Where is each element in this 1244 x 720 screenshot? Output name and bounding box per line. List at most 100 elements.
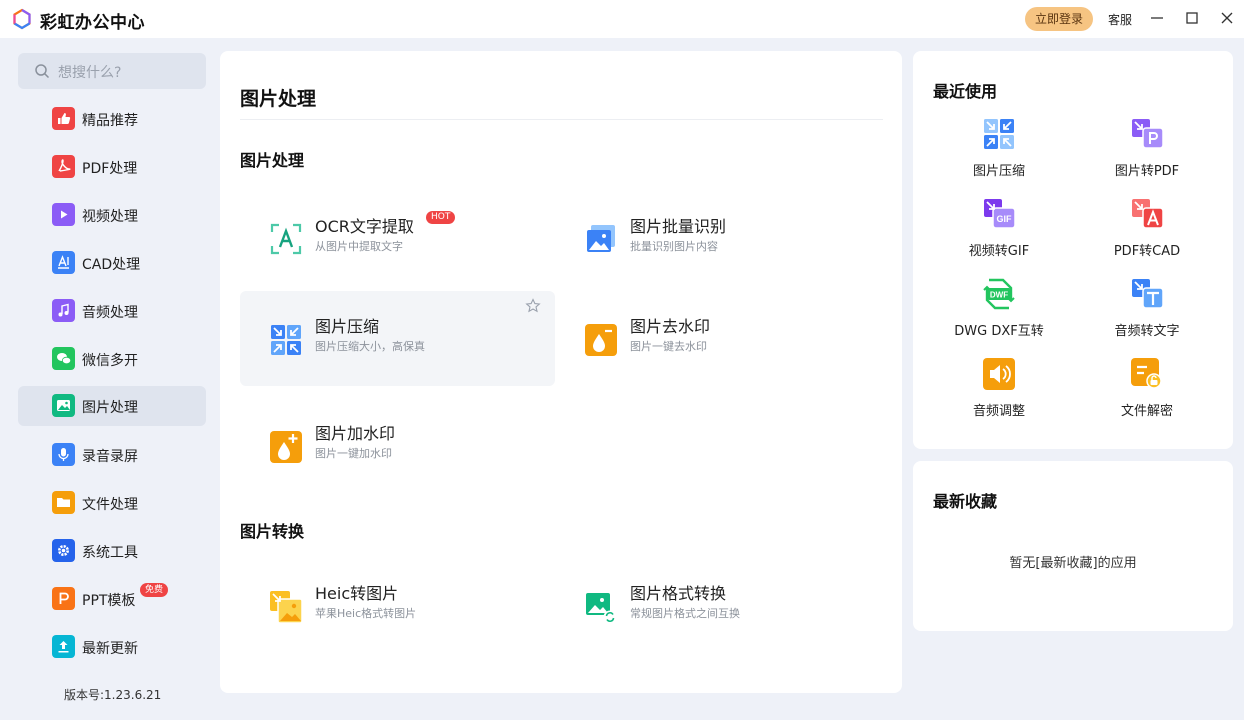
version-label: 版本号:1.23.6.21 [64,688,162,702]
main-panel: 图片处理 图片处理 OCR文字提取 HOT 从图片中提取文字 图片批量识别 批量… [220,51,902,693]
thumbs-up-icon [52,107,75,130]
sidebar-item-cad[interactable]: CAD处理 [18,243,206,283]
pdf-to-cad-icon [1132,199,1163,229]
sidebar-item-label: PPT模板 [82,593,136,609]
sidebar-item-recommended[interactable]: 精品推荐 [18,99,206,139]
sidebar-item-label: 音频处理 [82,305,138,321]
hot-badge: HOT [426,211,456,224]
sidebar-item-system[interactable]: 系统工具 [18,531,206,571]
tool-card-heic[interactable]: Heic转图片 苹果Heic格式转图片 [240,558,555,653]
music-icon [52,299,75,322]
tool-card-remove-watermark[interactable]: 图片去水印 图片一键去水印 [555,291,870,386]
recent-item-compress[interactable]: 图片压缩 [929,118,1069,188]
sidebar-item-label: 图片处理 [82,400,138,416]
sidebar-item-record[interactable]: 录音录屏 [18,435,206,475]
card-title: Heic转图片 [315,584,399,603]
format-convert-icon [586,593,617,623]
card-title: 图片去水印 [630,317,711,336]
image-to-pdf-icon [1132,119,1163,149]
card-desc: 图片一键去水印 [630,340,707,353]
sidebar-item-label: 系统工具 [82,545,138,561]
recent-item-image-to-pdf[interactable]: 图片转PDF [1077,118,1217,188]
recent-item-label: 图片压缩 [972,164,1025,179]
compress-icon [271,325,301,355]
tool-card-batch-recognize[interactable]: 图片批量识别 批量识别图片内容 [555,191,870,286]
dwf-icon: DWF [983,278,1015,310]
remove-watermark-icon [585,324,617,356]
sidebar-item-image[interactable]: 图片处理 [18,386,206,426]
recent-item-pdf-to-cad[interactable]: PDF转CAD [1077,198,1217,268]
recent-item-label: 图片转PDF [1114,164,1180,179]
sidebar-item-label: 微信多开 [82,353,138,369]
star-icon[interactable] [525,298,541,314]
recent-item-audio-adjust[interactable]: 音频调整 [929,358,1069,428]
search-input[interactable]: 想搜什么? [18,53,206,89]
recent-item-label: 视频转GIF [968,244,1030,259]
cad-icon [52,251,75,274]
sidebar-item-updates[interactable]: 最新更新 [18,627,206,667]
folder-icon [52,491,75,514]
divider [240,119,883,120]
gear-icon [52,539,75,562]
maximize-button[interactable] [1184,10,1200,26]
svg-text:DWF: DWF [990,291,1008,300]
card-desc: 从图片中提取文字 [315,240,403,253]
rainbow-logo-icon [13,8,31,30]
video-icon [52,203,75,226]
sidebar-item-pdf[interactable]: PDF处理 [18,147,206,187]
upload-icon [52,635,75,658]
recent-title: 最近使用 [933,82,998,101]
login-button[interactable]: 立即登录 [1025,7,1093,31]
section-title: 图片转换 [240,522,305,541]
tool-card-ocr[interactable]: OCR文字提取 HOT 从图片中提取文字 [240,191,555,286]
close-button[interactable] [1219,10,1235,26]
minimize-button[interactable] [1149,10,1165,26]
svg-text:GIF: GIF [997,214,1013,224]
tool-card-format-convert[interactable]: 图片格式转换 常规图片格式之间互换 [555,558,870,653]
heic-icon [270,591,302,623]
sidebar-item-label: 最新更新 [82,641,138,657]
card-title: 图片批量识别 [630,217,727,236]
maximize-icon [1186,12,1198,24]
sidebar-item-ppt[interactable]: PPT模板 免费 [18,579,206,619]
sidebar: 想搜什么? 精品推荐 PDF处理 视频处理 CAD处理 音频处理 微信多开 图片… [0,38,212,720]
image-icon [52,394,75,417]
app-title: 彩虹办公中心 [40,13,145,33]
sidebar-item-wechat[interactable]: 微信多开 [18,339,206,379]
card-desc: 常规图片格式之间互换 [630,607,740,620]
pdf-icon [52,155,75,178]
recent-item-file-decrypt[interactable]: 文件解密 [1077,358,1217,428]
sidebar-item-video[interactable]: 视频处理 [18,195,206,235]
recent-item-video-to-gif[interactable]: GIF 视频转GIF [929,198,1069,268]
free-badge: 免费 [140,583,169,597]
recent-item-label: PDF转CAD [1113,244,1181,259]
close-icon [1221,12,1233,24]
image-batch-icon [587,225,615,252]
sidebar-item-audio[interactable]: 音频处理 [18,291,206,331]
card-title: OCR文字提取 [315,217,414,236]
section-title: 图片处理 [240,151,305,170]
recent-item-audio-to-text[interactable]: 音频转文字 [1077,278,1217,348]
card-desc: 批量识别图片内容 [630,240,718,253]
recent-item-label: 音频调整 [972,404,1025,419]
search-placeholder: 想搜什么? [58,65,122,81]
page-title: 图片处理 [240,88,317,110]
card-title: 图片加水印 [315,424,396,443]
mic-icon [52,443,75,466]
recent-item-label: DWG DXF互转 [954,324,1044,339]
wechat-icon [52,347,75,370]
favorites-empty-text: 暂无[最新收藏]的应用 [1009,556,1137,571]
customer-service-button[interactable]: 客服 [1108,11,1132,28]
sidebar-item-label: 精品推荐 [82,113,138,129]
sidebar-item-label: 视频处理 [82,209,138,225]
favorites-title: 最新收藏 [933,492,998,511]
card-desc: 苹果Heic格式转图片 [315,607,417,620]
sidebar-item-label: PDF处理 [82,161,138,177]
tool-card-compress[interactable]: 图片压缩 图片压缩大小，高保真 [240,291,555,386]
recent-item-label: 文件解密 [1120,404,1173,419]
ppt-icon [52,587,75,610]
tool-card-add-watermark[interactable]: 图片加水印 图片一键加水印 [240,398,555,493]
title-bar: 彩虹办公中心 立即登录 客服 [0,0,1244,38]
recent-item-dwg-dxf[interactable]: DWF DWG DXF互转 [929,278,1069,348]
sidebar-item-file[interactable]: 文件处理 [18,483,206,523]
